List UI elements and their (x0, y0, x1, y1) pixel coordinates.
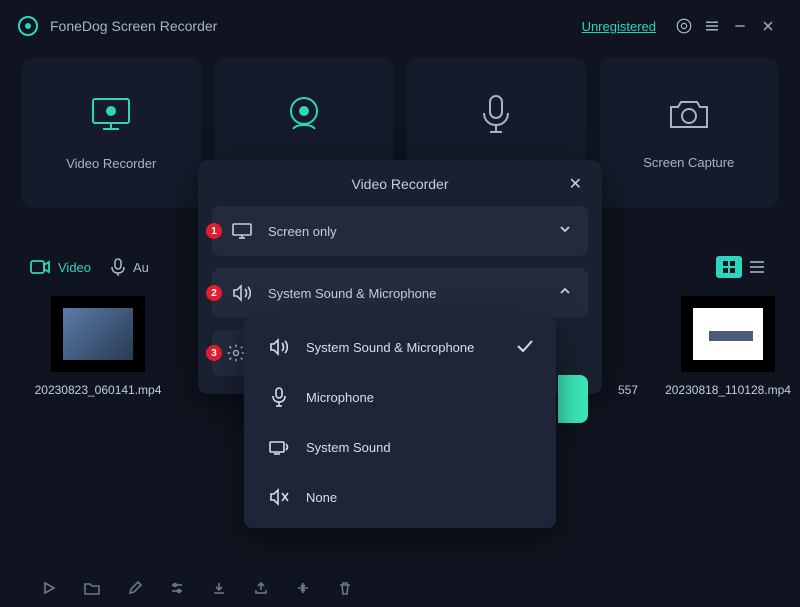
tab-label: Video (58, 260, 91, 275)
dropdown-label: Microphone (306, 390, 534, 405)
modal-title: Video Recorder (351, 176, 448, 192)
file-name: 557 (618, 382, 638, 399)
sliders-icon[interactable] (170, 581, 184, 595)
edit-icon[interactable] (128, 581, 142, 595)
source-screen-row[interactable]: 1 Screen only (212, 206, 588, 256)
titlebar: FoneDog Screen Recorder Unregistered (0, 0, 800, 52)
dropdown-item-none[interactable]: None (244, 472, 556, 522)
source-audio-row[interactable]: 2 System Sound & Microphone (212, 268, 588, 318)
view-toggle (716, 256, 770, 278)
share-icon[interactable] (254, 581, 268, 595)
chevron-up-icon (558, 284, 572, 303)
mode-video-recorder[interactable]: Video Recorder (22, 58, 201, 208)
view-list-button[interactable] (744, 256, 770, 278)
webcam-icon (283, 93, 325, 140)
step-badge: 2 (206, 285, 222, 301)
folder-icon[interactable] (84, 581, 100, 595)
dropdown-label: System Sound & Microphone (306, 340, 516, 355)
speaker-icon (228, 284, 256, 302)
camera-icon (667, 96, 711, 137)
dropdown-item-system-and-mic[interactable]: System Sound & Microphone (244, 322, 556, 372)
download-icon[interactable] (212, 581, 226, 595)
gear-icon (226, 343, 246, 363)
compress-icon[interactable] (296, 581, 310, 595)
registration-link[interactable]: Unregistered (582, 19, 656, 34)
mode-label: Video Recorder (66, 156, 156, 171)
tab-audio[interactable]: Au (111, 258, 149, 276)
tab-video[interactable]: Video (30, 260, 91, 275)
dropdown-item-microphone[interactable]: Microphone (244, 372, 556, 422)
step-badge: 1 (206, 223, 222, 239)
thumbnail-image (681, 296, 775, 372)
view-grid-button[interactable] (716, 256, 742, 278)
dropdown-label: None (306, 490, 534, 505)
dropdown-label: System Sound (306, 440, 534, 455)
step-badge: 3 (206, 345, 222, 361)
menu-icon[interactable] (698, 17, 726, 35)
app-logo-icon (18, 16, 38, 36)
list-item[interactable]: 20230823_060141.mp4 (40, 296, 156, 399)
monitor-icon (228, 222, 256, 240)
file-name: 20230823_060141.mp4 (35, 382, 162, 399)
dropdown-item-system-sound[interactable]: System Sound (244, 422, 556, 472)
microphone-icon (266, 387, 292, 407)
app-title: FoneDog Screen Recorder (50, 18, 217, 34)
play-icon[interactable] (42, 581, 56, 595)
mode-label: Screen Capture (643, 155, 734, 170)
tab-label: Au (133, 260, 149, 275)
trash-icon[interactable] (338, 581, 352, 595)
system-sound-icon (266, 439, 292, 455)
file-name: 20230818_110128.mp4 (665, 382, 791, 399)
audio-source-dropdown: System Sound & Microphone Microphone Sys… (244, 316, 556, 528)
option-label: System Sound & Microphone (268, 286, 558, 301)
chevron-down-icon (558, 222, 572, 241)
minimize-button[interactable] (726, 18, 754, 34)
close-button[interactable] (754, 18, 782, 34)
check-icon (516, 339, 534, 356)
speaker-icon (266, 338, 292, 356)
rec-button-edge[interactable] (558, 375, 588, 423)
list-item[interactable]: 20230818_110128.mp4 (670, 296, 786, 399)
mute-icon (266, 488, 292, 506)
bottom-toolbar (0, 581, 800, 595)
thumbnail-image (51, 296, 145, 372)
mode-screen-capture[interactable]: Screen Capture (600, 58, 779, 208)
list-item[interactable]: 557 (618, 296, 638, 399)
option-label: Screen only (268, 224, 558, 239)
microphone-icon (479, 93, 513, 140)
settings-gear-icon[interactable] (670, 17, 698, 35)
modal-close-button[interactable]: ✕ (569, 174, 582, 194)
monitor-record-icon (89, 95, 133, 138)
